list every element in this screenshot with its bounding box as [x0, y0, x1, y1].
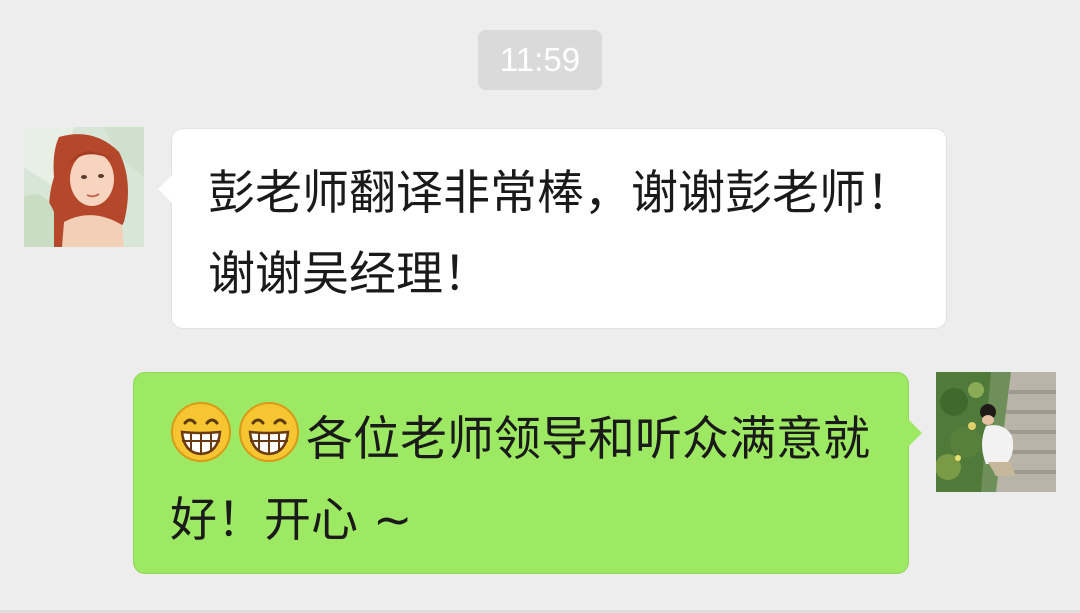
bubble-tail	[908, 419, 922, 447]
outgoing-message-bubble[interactable]: 各位老师领导和听众满意就好！开心 ~	[133, 372, 922, 574]
grinning-face-emoji-icon	[238, 401, 300, 463]
grinning-face-emoji-icon	[170, 401, 232, 463]
sender-avatar[interactable]	[24, 127, 144, 247]
message-timestamp: 11:59	[478, 30, 602, 90]
self-avatar[interactable]	[936, 372, 1056, 492]
incoming-message-bubble[interactable]: 彭老师翻译非常棒，谢谢彭老师！谢谢吴经理！	[158, 128, 947, 329]
bubble-tail	[158, 175, 172, 203]
message-text: 彭老师翻译非常棒，谢谢彭老师！谢谢吴经理！	[208, 166, 913, 302]
